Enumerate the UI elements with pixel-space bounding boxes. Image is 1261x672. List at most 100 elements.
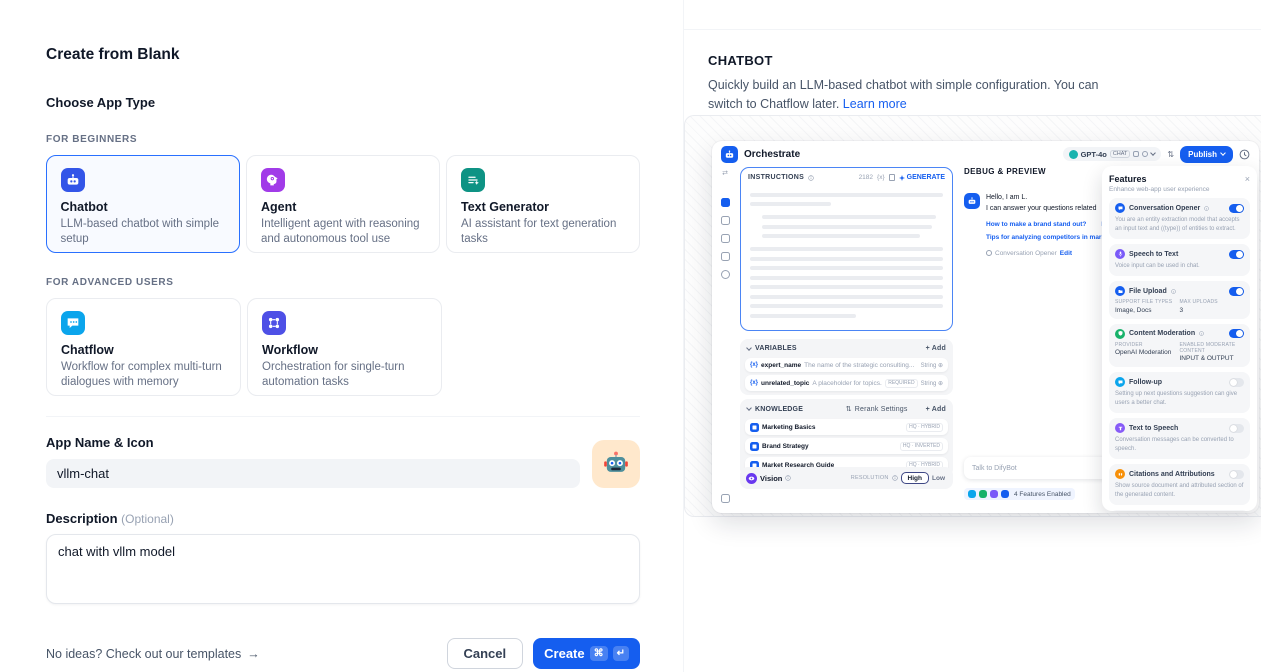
create-app-modal: Create from Blank Choose App Type FOR BE… bbox=[0, 0, 683, 672]
text-to-speech-icon bbox=[1115, 423, 1125, 433]
create-button[interactable]: Create ⌘ ↵ bbox=[533, 638, 640, 669]
feature-citations: Citations and Attributions Show source d… bbox=[1109, 464, 1250, 505]
variable-row: {x} expert_name The name of the strategi… bbox=[745, 358, 948, 372]
upload-feature-icon bbox=[1001, 490, 1009, 498]
dataset-name: Brand Strategy bbox=[762, 443, 809, 450]
file-upload-icon bbox=[1115, 286, 1125, 296]
info-icon bbox=[808, 175, 814, 181]
card-description: Intelligent agent with reasoning and aut… bbox=[261, 217, 425, 247]
toggle-switch bbox=[1229, 378, 1244, 387]
feature-speech-to-text: Speech to Text Voice input can be used i… bbox=[1109, 244, 1250, 276]
workflow-icon bbox=[262, 311, 286, 335]
choose-app-type-heading: Choose App Type bbox=[46, 95, 640, 110]
card-title: Chatbot bbox=[61, 200, 226, 214]
bot-avatar-icon bbox=[964, 193, 980, 209]
app-type-card-chatbot[interactable]: Chatbot LLM-based chatbot with simple se… bbox=[46, 155, 240, 253]
globe-icon bbox=[721, 270, 730, 279]
toggle-switch bbox=[1229, 424, 1244, 433]
templates-link-text: No ideas? Check out our templates bbox=[46, 647, 241, 661]
feature-content-moderation: Content Moderation PROVIDEROpenAI Modera… bbox=[1109, 324, 1250, 368]
char-count: 2182 bbox=[859, 174, 873, 181]
group-label-beginners: FOR BEGINNERS bbox=[46, 134, 640, 145]
model-settings-icon bbox=[1133, 151, 1139, 157]
citations-icon bbox=[1115, 469, 1125, 479]
add-variable-button: + Add bbox=[926, 345, 946, 352]
preview-app-header: Orchestrate GPT-4o CHAT ⇅ Publish bbox=[712, 141, 1259, 167]
variable-description: A placeholder for topics... bbox=[812, 380, 882, 387]
app-type-detail-panel: CHATBOT Quickly build an LLM-based chatb… bbox=[683, 0, 1261, 672]
bot-greeting-line2: I can answer your questions related bbox=[986, 204, 1113, 215]
frame-icon bbox=[721, 494, 730, 503]
variable-name: expert_name bbox=[761, 362, 801, 369]
generate-button: GENERATE bbox=[899, 174, 945, 181]
cancel-button[interactable]: Cancel bbox=[447, 638, 524, 669]
card-title: Workflow bbox=[262, 343, 427, 357]
knowledge-section: KNOWLEDGE ⇅Rerank Settings + Add Marketi… bbox=[740, 399, 953, 477]
app-avatar-icon bbox=[721, 146, 738, 163]
publish-button: Publish bbox=[1180, 146, 1233, 163]
suggestion-text: Tips for analyzing competitors in market bbox=[986, 234, 1111, 241]
suggested-question: How to make a brand stand out?Bes bbox=[986, 221, 1113, 228]
learn-more-link[interactable]: Learn more bbox=[843, 97, 907, 111]
detail-heading: CHATBOT bbox=[708, 53, 1237, 68]
cmd-key-icon: ⌘ bbox=[590, 646, 608, 661]
app-name-label: App Name & Icon bbox=[46, 435, 580, 450]
info-icon bbox=[1199, 331, 1204, 336]
chevron-down-icon bbox=[1151, 150, 1157, 156]
card-title: Chatflow bbox=[61, 343, 226, 357]
description-textarea[interactable]: chat with vllm model bbox=[46, 534, 640, 604]
orchestrate-tab-icon bbox=[721, 198, 730, 207]
section-divider bbox=[46, 416, 640, 417]
model-name: GPT-4o bbox=[1081, 150, 1107, 159]
vision-label: Vision bbox=[760, 474, 782, 483]
app-type-card-text-generator[interactable]: Text Generator AI assistant for text gen… bbox=[446, 155, 640, 253]
app-type-card-workflow[interactable]: Workflow Orchestration for single-turn a… bbox=[247, 298, 442, 396]
variable-type: String ⊕ bbox=[921, 380, 943, 387]
document-icon bbox=[721, 234, 730, 243]
content-moderation-icon bbox=[1115, 329, 1125, 339]
chatbot-preview-screenshot: Orchestrate GPT-4o CHAT ⇅ Publish bbox=[712, 141, 1259, 513]
model-mode-badge: CHAT bbox=[1110, 150, 1131, 158]
app-name-row: App Name & Icon bbox=[46, 435, 640, 488]
group-label-advanced: FOR ADVANCED USERS bbox=[46, 277, 640, 288]
resolution-high-chip: High bbox=[901, 472, 929, 484]
beginner-app-type-cards: Chatbot LLM-based chatbot with simple se… bbox=[46, 155, 640, 253]
follow-up-icon bbox=[1115, 377, 1125, 387]
suggested-question: Tips for analyzing competitors in market bbox=[986, 234, 1113, 241]
browse-templates-link[interactable]: No ideas? Check out our templates → bbox=[46, 647, 260, 661]
copy-icon bbox=[889, 174, 895, 181]
features-panel: Features × Enhance web-app user experien… bbox=[1102, 166, 1257, 511]
info-icon bbox=[1171, 289, 1176, 294]
resolution-label: RESOLUTION bbox=[851, 475, 889, 481]
variable-description: The name of the strategic consulting... bbox=[804, 362, 918, 369]
advanced-app-type-cards: Chatflow Workflow for complex multi-turn… bbox=[46, 298, 640, 396]
dataset-icon bbox=[750, 423, 759, 432]
variables-section: VARIABLES + Add {x} expert_name The name… bbox=[740, 339, 953, 395]
moderation-feature-icon bbox=[979, 490, 987, 498]
model-selector: GPT-4o CHAT bbox=[1063, 147, 1162, 161]
app-name-input[interactable] bbox=[46, 459, 580, 488]
opener-feature-icon bbox=[968, 490, 976, 498]
variable-icon: {x} bbox=[877, 174, 885, 181]
speech-feature-icon bbox=[990, 490, 998, 498]
publish-label: Publish bbox=[1188, 150, 1217, 159]
toggle-switch bbox=[1229, 250, 1244, 259]
card-title: Text Generator bbox=[461, 200, 625, 214]
app-icon-picker[interactable] bbox=[592, 440, 640, 488]
swap-icon: ⇄ bbox=[722, 169, 728, 177]
knowledge-row: Marketing Basics HQ · HYBRID bbox=[745, 419, 948, 435]
edit-link: Edit bbox=[1060, 250, 1072, 257]
dataset-badge: HQ · HYBRID bbox=[906, 423, 943, 432]
preview-app-title: Orchestrate bbox=[744, 149, 800, 160]
app-type-card-chatflow[interactable]: Chatflow Workflow for complex multi-turn… bbox=[46, 298, 241, 396]
image-icon bbox=[721, 216, 730, 225]
feature-file-upload: File Upload SUPPORT FILE TYPESImage, Doc… bbox=[1109, 281, 1250, 319]
rerank-settings-button: ⇅Rerank Settings bbox=[846, 405, 908, 413]
toggle-switch bbox=[1229, 287, 1244, 296]
feature-annotation-reply: Annotation Reply bbox=[1109, 510, 1250, 511]
app-type-card-agent[interactable]: Agent Intelligent agent with reasoning a… bbox=[246, 155, 440, 253]
knowledge-title: KNOWLEDGE bbox=[755, 406, 803, 413]
collapse-icon bbox=[746, 345, 752, 351]
variable-icon: {x} bbox=[750, 362, 758, 368]
info-icon bbox=[892, 475, 898, 481]
